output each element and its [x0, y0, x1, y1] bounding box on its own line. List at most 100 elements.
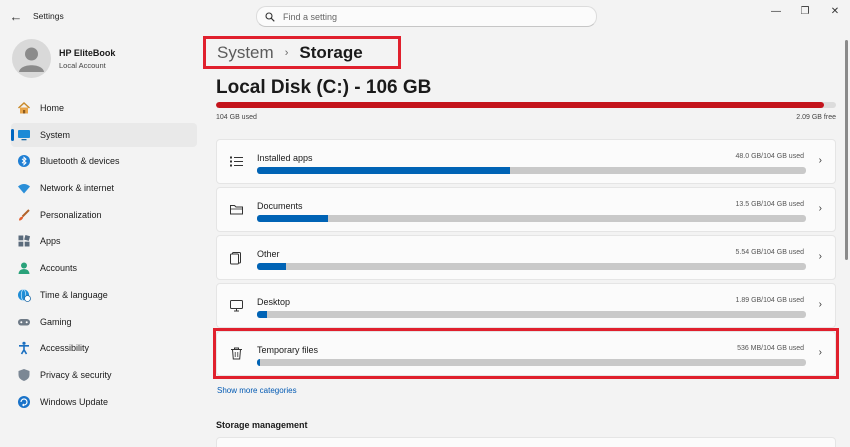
category-name: Documents	[257, 201, 303, 211]
profile-account-type: Local Account	[59, 61, 106, 70]
sidebar-item-label: Privacy & security	[40, 369, 112, 380]
sidebar-item-apps[interactable]: Apps	[11, 229, 197, 253]
storage-management-card[interactable]	[216, 437, 836, 447]
category-usage-bar	[257, 215, 806, 222]
minimize-icon: —	[771, 6, 781, 17]
search-icon	[265, 11, 275, 22]
folder-icon	[229, 202, 244, 217]
category-usage-bar-fill	[257, 167, 510, 174]
category-name: Other	[257, 249, 280, 259]
person-icon	[19, 47, 44, 72]
category-name: Installed apps	[257, 153, 313, 163]
minimize-button[interactable]: —	[764, 5, 788, 19]
search-input[interactable]	[283, 11, 563, 22]
breadcrumb-parent-link[interactable]: System	[217, 43, 274, 63]
category-installed-apps[interactable]: Installed apps 48.0 GB/104 GB used ›	[216, 139, 836, 184]
home-icon	[17, 101, 31, 115]
disk-free-label: 2.09 GB free	[796, 114, 836, 121]
category-usage: 536 MB/104 GB used	[737, 345, 804, 352]
sidebar-item-label: Windows Update	[40, 396, 109, 407]
sidebar-item-home[interactable]: Home	[11, 96, 197, 120]
search-box[interactable]	[256, 6, 597, 27]
chevron-right-icon: ›	[818, 155, 822, 166]
page-title: Storage	[299, 42, 363, 62]
category-usage-bar	[257, 167, 806, 174]
app-title: Settings	[33, 11, 64, 21]
sidebar-item-label: Network & internet	[40, 183, 115, 194]
trash-icon	[229, 346, 244, 361]
category-usage-bar-fill	[257, 263, 287, 270]
sidebar-item-bluetooth[interactable]: Bluetooth & devices	[11, 149, 197, 173]
disk-usage-bar	[216, 102, 836, 108]
disk-title: Local Disk (C:) - 106 GB	[216, 77, 432, 98]
scrollbar[interactable]	[845, 40, 848, 260]
sidebar-item-system[interactable]: System	[11, 122, 197, 147]
back-button[interactable]: ←	[6, 8, 26, 26]
restore-icon: ❐	[800, 6, 810, 17]
category-usage-bar-fill	[257, 359, 260, 366]
show-more-categories-link[interactable]: Show more categories	[217, 386, 297, 395]
sidebar-item-label: Home	[40, 103, 65, 113]
category-usage-bar	[257, 263, 806, 270]
category-usage: 13.5 GB/104 GB used	[735, 201, 805, 208]
sidebar-item-label: Accessibility	[40, 343, 90, 354]
category-usage-bar	[257, 311, 806, 318]
category-name: Temporary files	[257, 345, 319, 355]
sidebar-item-label: Apps	[40, 236, 61, 247]
apps-icon	[17, 234, 31, 248]
sidebar-item-windows-update[interactable]: Windows Update	[11, 390, 197, 414]
sidebar-item-accessibility[interactable]: Accessibility	[11, 336, 197, 360]
person-icon	[17, 261, 31, 275]
category-desktop[interactable]: Desktop 1.89 GB/104 GB used ›	[216, 283, 836, 328]
update-icon	[17, 395, 31, 409]
disk-used-label: 104 GB used	[216, 114, 257, 121]
arrow-left-icon: ←	[9, 9, 23, 24]
wifi-icon	[17, 181, 31, 195]
shield-icon	[17, 368, 31, 382]
monitor-icon	[17, 128, 31, 142]
sidebar-item-label: System	[40, 129, 71, 140]
sidebar-item-label: Bluetooth & devices	[40, 156, 120, 167]
restore-button[interactable]: ❐	[793, 5, 817, 19]
profile-name: HP EliteBook	[59, 48, 116, 58]
files-icon	[229, 250, 244, 265]
breadcrumb: System › Storage	[203, 36, 401, 69]
category-temporary-files[interactable]: Temporary files 536 MB/104 GB used ›	[216, 331, 836, 376]
sidebar-item-label: Accounts	[40, 263, 78, 274]
chevron-right-icon: ›	[818, 203, 822, 214]
bluetooth-icon	[17, 154, 31, 168]
list-icon	[229, 154, 244, 169]
chevron-right-icon: ›	[818, 251, 822, 262]
title-bar: ← Settings — ❐ ✕	[0, 0, 850, 34]
category-other[interactable]: Other 5.54 GB/104 GB used ›	[216, 235, 836, 280]
sidebar-item-gaming[interactable]: Gaming	[11, 310, 197, 334]
close-button[interactable]: ✕	[823, 5, 847, 19]
sidebar-item-label: Personalization	[40, 209, 102, 220]
sidebar-item-label: Time & language	[40, 289, 108, 300]
category-documents[interactable]: Documents 13.5 GB/104 GB used ›	[216, 187, 836, 232]
category-usage-bar	[257, 359, 806, 366]
desktop-icon	[229, 298, 244, 313]
close-icon: ✕	[830, 6, 840, 17]
brush-icon	[17, 208, 31, 222]
disk-usage-bar-fill	[216, 102, 824, 108]
sidebar-item-personalization[interactable]: Personalization	[11, 203, 197, 227]
globe-clock-icon	[17, 288, 31, 302]
sidebar-item-accounts[interactable]: Accounts	[11, 256, 197, 280]
chevron-right-icon: ›	[818, 347, 822, 358]
sidebar-item-time-language[interactable]: Time & language	[11, 283, 197, 307]
sidebar-nav: Home System Bluetooth & devices Network …	[11, 96, 197, 416]
chevron-right-icon: ›	[284, 46, 289, 59]
storage-management-heading: Storage management	[216, 420, 308, 430]
category-usage-bar-fill	[257, 311, 267, 318]
category-name: Desktop	[257, 297, 291, 307]
avatar[interactable]	[12, 39, 51, 78]
storage-categories: Installed apps 48.0 GB/104 GB used › Doc…	[216, 139, 836, 379]
category-usage-bar-fill	[257, 215, 329, 222]
chevron-right-icon: ›	[818, 299, 822, 310]
category-usage: 48.0 GB/104 GB used	[735, 153, 805, 160]
category-usage: 1.89 GB/104 GB used	[735, 297, 805, 304]
sidebar-item-privacy-security[interactable]: Privacy & security	[11, 363, 197, 387]
sidebar-item-network[interactable]: Network & internet	[11, 176, 197, 200]
gamepad-icon	[17, 315, 31, 329]
